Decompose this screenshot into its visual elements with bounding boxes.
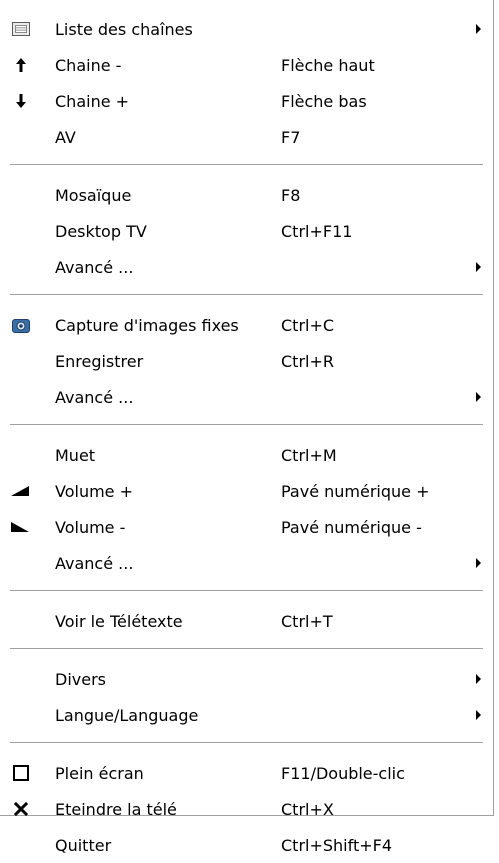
menu-item-desktop-tv[interactable]: Desktop TV Ctrl+F11 <box>0 213 493 249</box>
close-icon <box>10 798 32 820</box>
arrow-up-icon <box>10 54 32 76</box>
menu-item-shortcut: Pavé numérique - <box>281 517 422 537</box>
submenu-arrow-icon <box>476 558 481 568</box>
menu-item-mosaique[interactable]: Mosaïque F8 <box>0 177 493 213</box>
menu-item-chaine[interactable]: Chaine - Flèche haut <box>0 47 493 83</box>
menu-item-label: Enregistrer <box>55 351 144 371</box>
menu-item-label: Eteindre la télé <box>55 799 177 819</box>
menu-item-label: Desktop TV <box>55 221 147 241</box>
menu-item-av[interactable]: AV F7 <box>0 119 493 155</box>
menu-item-shortcut: Ctrl+X <box>281 799 334 819</box>
submenu-arrow-icon <box>476 710 481 720</box>
menu-item-label: Langue/Language <box>55 705 199 725</box>
context-menu: Liste des chaînes Chaine - Flèche haut Chai… <box>0 0 494 855</box>
menu-item-liste-des-chaines[interactable]: Liste des chaînes <box>0 11 493 47</box>
menu-item-shortcut: F8 <box>281 185 301 205</box>
menu-item-avance[interactable]: Avancé ... <box>0 379 493 415</box>
menu-item-quitter[interactable]: Quitter Ctrl+Shift+F4 <box>0 827 493 863</box>
fullscreen-icon <box>10 762 32 784</box>
menu-item-enregistrer[interactable]: Enregistrer Ctrl+R <box>0 343 493 379</box>
arrow-down-icon <box>10 90 32 112</box>
menu-item-volume[interactable]: Volume - Pavé numérique - <box>0 509 493 545</box>
menu-item-shortcut: F7 <box>281 127 301 147</box>
menu-separator <box>10 590 483 591</box>
menu-item-shortcut: Ctrl+T <box>281 611 333 631</box>
menu-item-label: Liste des chaînes <box>55 19 193 39</box>
menu-item-shortcut: Ctrl+C <box>281 315 335 335</box>
menu-separator <box>10 648 483 649</box>
menu-item-shortcut: Flèche bas <box>281 91 367 111</box>
menu-item-shortcut: Ctrl+M <box>281 445 337 465</box>
menu-item-avance[interactable]: Avancé ... <box>0 249 493 285</box>
channel-list-icon <box>10 18 32 40</box>
submenu-arrow-icon <box>476 392 481 402</box>
menu-item-shortcut: Ctrl+R <box>281 351 334 371</box>
volume-up-icon <box>10 480 32 502</box>
volume-down-icon <box>10 516 32 538</box>
menu-item-label: Avancé ... <box>55 387 134 407</box>
menu-item-shortcut: Flèche haut <box>281 55 375 75</box>
menu-item-label: Capture d'images fixes <box>55 315 239 335</box>
menu-item-capture-d-images-fixes[interactable]: Capture d'images fixes Ctrl+C <box>0 307 493 343</box>
menu-item-plein-ecran[interactable]: Plein écran F11/Double-clic <box>0 755 493 791</box>
menu-item-label: Chaine + <box>55 91 130 111</box>
menu-separator <box>10 294 483 295</box>
menu-item-avance[interactable]: Avancé ... <box>0 545 493 581</box>
menu-item-chaine[interactable]: Chaine + Flèche bas <box>0 83 493 119</box>
submenu-arrow-icon <box>476 24 481 34</box>
menu-separator <box>10 424 483 425</box>
menu-item-shortcut: Ctrl+Shift+F4 <box>281 835 393 855</box>
menu-item-label: Mosaïque <box>55 185 132 205</box>
menu-item-voir-le-teletexte[interactable]: Voir le Télétexte Ctrl+T <box>0 603 493 639</box>
menu-item-divers[interactable]: Divers <box>0 661 493 697</box>
menu-item-shortcut: Ctrl+F11 <box>281 221 353 241</box>
menu-item-label: Avancé ... <box>55 257 134 277</box>
menu-item-label: AV <box>55 127 76 147</box>
menu-item-shortcut: F11/Double-clic <box>281 763 405 783</box>
menu-item-eteindre-la-tele[interactable]: Eteindre la télé Ctrl+X <box>0 791 493 827</box>
menu-separator <box>10 742 483 743</box>
menu-separator <box>10 164 483 165</box>
menu-item-volume[interactable]: Volume + Pavé numérique + <box>0 473 493 509</box>
menu-item-label: Volume - <box>55 517 126 537</box>
menu-item-label: Quitter <box>55 835 112 855</box>
menu-item-label: Volume + <box>55 481 133 501</box>
menu-item-label: Plein écran <box>55 763 144 783</box>
menu-item-muet[interactable]: Muet Ctrl+M <box>0 437 493 473</box>
menu-item-label: Chaine - <box>55 55 122 75</box>
submenu-arrow-icon <box>476 674 481 684</box>
menu-item-langue-language[interactable]: Langue/Language <box>0 697 493 733</box>
menu-item-shortcut: Pavé numérique + <box>281 481 430 501</box>
submenu-arrow-icon <box>476 262 481 272</box>
menu-item-label: Muet <box>55 445 96 465</box>
camera-icon <box>10 314 32 336</box>
menu-item-label: Voir le Télétexte <box>55 611 183 631</box>
menu-item-label: Divers <box>55 669 106 689</box>
menu-item-label: Avancé ... <box>55 553 134 573</box>
